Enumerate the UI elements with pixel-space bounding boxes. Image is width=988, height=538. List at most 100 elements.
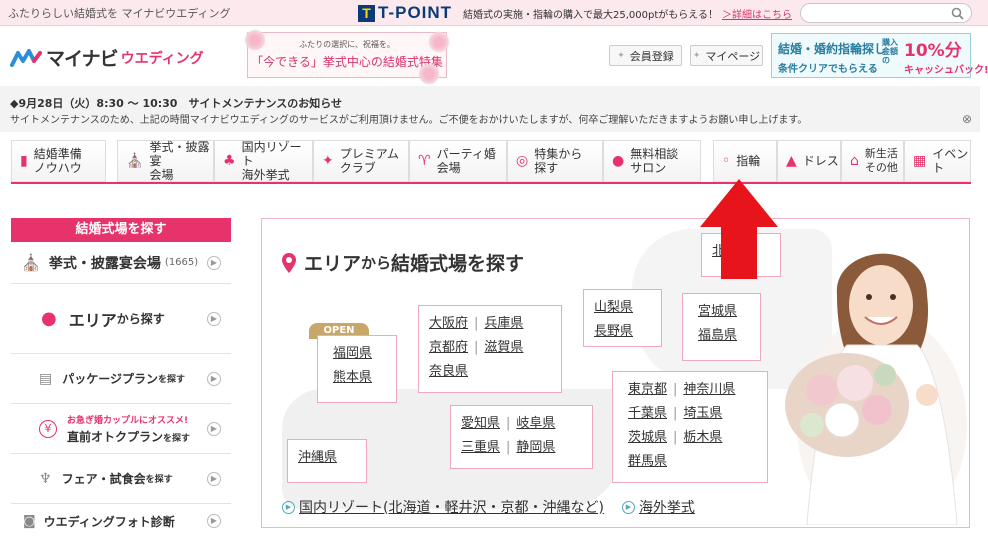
nav-underline [11,182,971,184]
map-pin-icon: ● [41,308,57,329]
site-logo[interactable]: マイナビ ウエディング [10,44,204,71]
nav-item-premium[interactable]: ✦ プレミアム クラブ [313,140,409,183]
sidebar-item-venues[interactable]: ⛪ 挙式・披露宴会場 (1665) ▶ [11,242,231,284]
separator: | [506,416,511,431]
nav-item-howto[interactable]: ▮ 結婚準備 ノウハウ [11,140,106,183]
area-link[interactable]: 京都府 [429,340,468,355]
search-icon[interactable] [951,7,964,20]
feature-banner-title: 「今できる」挙式中心の結婚式特集 [251,55,443,69]
area-box-kyushu[interactable]: 福岡県 熊本県 [317,335,397,403]
area-link[interactable]: 山梨県 [594,300,633,315]
area-link[interactable]: 熊本県 [333,370,372,385]
area-link[interactable]: 福島県 [698,328,737,343]
nav-label: 会場 [149,168,174,182]
separator: | [673,430,678,445]
sparkle-icon: ✦ [617,50,625,61]
nav-label: サロン [630,161,667,175]
sparkle-icon: ✦ [322,153,334,169]
area-link[interactable]: 愛知県 [461,416,500,431]
area-box-okinawa[interactable]: 沖縄県 [287,439,367,483]
area-link[interactable]: 茨城県 [628,430,667,445]
cashback-percent-prefix: 購入金額の [882,38,898,65]
global-nav: ▮ 結婚準備 ノウハウ ⛪ 挙式・披露宴 会場 ♣ 国内リゾート 海外挙式 ✦ プレミ… [11,140,971,184]
yen-icon: ¥ [39,419,57,438]
area-link[interactable]: 三重県 [461,440,500,455]
close-icon[interactable]: ⊗ [962,112,972,126]
sidebar-item-urgent[interactable]: ¥ お急ぎ婚カップルにオススメ! 直前オトクプランを探す ▶ [11,404,231,454]
nav-label: パーティ婚 [436,147,496,161]
dress-icon: ▲ [786,153,797,169]
nav-label: プレミアム [339,147,399,161]
mypage-label: マイページ [705,49,761,63]
nav-item-venues[interactable]: ⛪ 挙式・披露宴 会場 [117,140,214,183]
cashback-line1: 結婚・婚約指輪探し [778,42,887,56]
overseas-link[interactable]: ▶ 海外挙式 [621,497,695,517]
sidebar-item-sublabel: を探す [158,375,186,385]
sidebar-item-fair[interactable]: ♆ フェア・試食会 を探す ▶ [11,454,231,504]
fork-knife-icon: ♆ [39,470,52,487]
chapel-icon: ⛪ [21,253,41,272]
area-link[interactable]: 兵庫県 [484,316,523,331]
area-link[interactable]: 長野県 [594,324,633,339]
nav-item-newlife[interactable]: ⌂ 新生活 その他 [841,140,904,183]
cashback-line2: 条件クリアでもらえる [778,64,878,75]
palm-icon: ♣ [223,153,236,169]
sidebar-item-label: ウエディングフォト診断 [43,514,175,529]
nav-item-ring[interactable]: ◦ 指輪 [713,140,777,183]
nav-item-features[interactable]: ◎ 特集から 探す [507,140,603,183]
bottom-links: ▶ 国内リゾート(北海道・軽井沢・京都・沖縄など) ▶ 海外挙式 [282,497,713,517]
area-box-kansai[interactable]: 大阪府 | 兵庫県 京都府 | 滋賀県 奈良県 [418,305,562,393]
area-box-kanto[interactable]: 東京都 | 神奈川県 千葉県 | 埼玉県 茨城県 | 栃木県 群馬県 [612,371,768,483]
search-input[interactable] [800,3,972,23]
area-link[interactable]: 千葉県 [628,406,667,421]
area-box-koshinetsu[interactable]: 山梨県 長野県 [583,289,662,347]
nav-item-party[interactable]: ♈ パーティ婚 会場 [409,140,507,183]
sidebar-header: 結婚式場を探す [11,218,231,242]
sidebar-item-sublabel: を探す [145,475,173,485]
notice-body: サイトメンテナンスのため、上記の時間マイナビウエディングのサービスがご利用頂けま… [10,115,808,126]
separator: | [474,340,479,355]
calendar-icon: ▦ [913,153,927,169]
nav-label: 特集から [534,147,583,161]
nav-item-dress[interactable]: ▲ ドレス [777,140,841,183]
cashback-banner[interactable]: 結婚・婚約指輪探し 条件クリアでもらえる 購入金額の 10%分 キャッシュバック… [771,33,988,78]
nav-item-resort[interactable]: ♣ 国内リゾート 海外挙式 [214,140,313,183]
area-box-tohoku[interactable]: 宮城県 福島県 [682,293,761,361]
area-link[interactable]: 東京都 [628,382,667,397]
nav-label: 会場 [436,161,461,175]
cashback-percent: 10%分 [904,41,962,61]
chapel-icon: ⛪ [126,153,144,169]
tpoint-logo[interactable]: T T-POINT [358,3,452,23]
area-link[interactable]: 滋賀県 [484,340,523,355]
flower-decoration-icon [428,31,450,53]
area-link[interactable]: 埼玉県 [683,406,722,421]
nav-item-event[interactable]: ▦ イベント [904,140,971,183]
tpoint-detail-link[interactable]: ＞詳細はこちら [722,6,792,21]
area-link[interactable]: 静岡県 [516,440,555,455]
sidebar-item-package[interactable]: ▤ パッケージプラン を探す ▶ [11,354,231,404]
area-box-tokai[interactable]: 愛知県 | 岐阜県 三重県 | 静岡県 [450,405,593,469]
sidebar-item-label: 挙式・披露宴会場 [48,255,161,272]
area-link[interactable]: 奈良県 [429,364,468,379]
nav-item-salon[interactable]: ● 無料相談 サロン [603,140,701,183]
cashback-sub: キャッシュバック! [904,65,988,76]
area-link[interactable]: 神奈川県 [683,382,735,397]
area-link[interactable]: 宮城県 [698,304,737,319]
chevron-right-icon: ▶ [207,514,221,528]
chevron-right-icon: ▶ [207,311,221,326]
area-link[interactable]: 群馬県 [628,454,667,469]
member-register-button[interactable]: ✦ 会員登録 [609,45,682,66]
logo-subtext: ウエディング [120,50,204,67]
area-link[interactable]: 岐阜県 [516,416,555,431]
area-link[interactable]: 大阪府 [429,316,468,331]
feature-banner[interactable]: ふたりの選択に、祝福を。 「今できる」挙式中心の結婚式特集 [244,29,450,85]
area-link[interactable]: 栃木県 [683,430,722,445]
sidebar-item-area[interactable]: ● エリア から探す ▶ [11,284,231,354]
document-icon: ▤ [39,370,53,387]
mypage-button[interactable]: ✦ マイページ [690,45,763,66]
domestic-resort-link[interactable]: ▶ 国内リゾート(北海道・軽井沢・京都・沖縄など) [282,497,604,517]
area-link[interactable]: 福岡県 [333,346,372,361]
sidebar-item-photo[interactable]: ◙ ウエディングフォト診断 ▶ [11,504,231,538]
area-link[interactable]: 沖縄県 [298,450,337,465]
mynavi-logo-icon [10,48,42,67]
